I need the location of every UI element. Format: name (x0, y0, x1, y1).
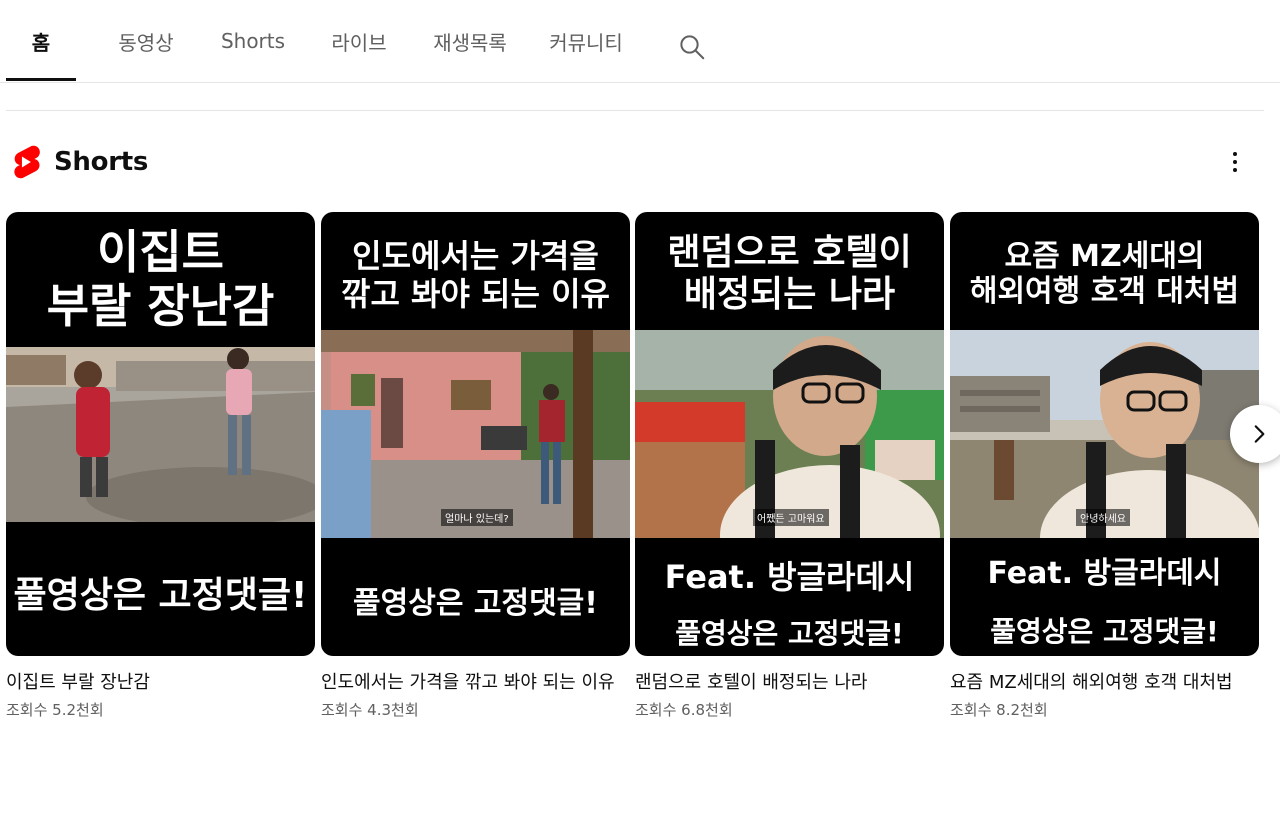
thumbnail-image (635, 330, 944, 538)
short-card[interactable]: 인도에서는 가격을 깎고 봐야 되는 이유 얼마나 있는데? 풀영상은 고정댓글… (321, 212, 630, 720)
shorts-logo-icon (14, 145, 40, 179)
short-card[interactable]: 이집트 부랄 장난감 풀영상은 고정댓글! 이집트 부랄 장난감 조회수 5.2… (6, 212, 315, 720)
channel-tabs: 홈 동영상 Shorts 라이브 재생목록 커뮤니티 (0, 0, 1280, 83)
short-thumbnail[interactable]: 이집트 부랄 장난감 풀영상은 고정댓글! (6, 212, 315, 656)
carousel-next-button[interactable] (1230, 405, 1280, 463)
view-count: 조회수 8.2천회 (950, 701, 1048, 719)
view-count: 조회수 5.2천회 (6, 701, 104, 719)
section-divider (6, 110, 1264, 111)
thumbnail-caption-bottom: 풀영상은 고정댓글! (13, 575, 308, 616)
chevron-right-icon (1254, 425, 1265, 443)
tab-live[interactable]: 라이브 (316, 0, 402, 82)
thumbnail-caption-bottom-2: 풀영상은 고정댓글! (675, 617, 904, 650)
channel-search-button[interactable] (672, 29, 712, 65)
tab-videos[interactable]: 동영상 (102, 0, 190, 82)
short-title[interactable]: 요즘 MZ세대의 해외여행 호객 대처법 (950, 668, 1245, 697)
tab-playlists[interactable]: 재생목록 (420, 0, 520, 82)
more-vert-icon[interactable] (1218, 144, 1252, 180)
short-card[interactable]: 랜덤으로 호텔이 배정되는 나라 어쨌든 고마워요 Feat. 방글라데시 풀영… (635, 212, 944, 720)
tab-community[interactable]: 커뮤니티 (536, 0, 636, 82)
thumbnail-caption-bottom: Feat. 방글라데시 (664, 558, 915, 596)
view-count: 조회수 4.3천회 (321, 701, 419, 719)
thumbnail-image (6, 347, 315, 522)
short-title[interactable]: 이집트 부랄 장난감 (6, 668, 301, 697)
thumbnail-caption-bottom: Feat. 방글라데시 (987, 556, 1222, 591)
thumbnail-caption-top: 인도에서는 가격을 깎고 봐야 되는 이유 (341, 237, 610, 313)
tab-home[interactable]: 홈 (6, 0, 76, 82)
thumbnail-image (321, 330, 630, 538)
short-card[interactable]: 요즘 MZ세대의 해외여행 호객 대처법 안녕하세요 Feat. 방글라데시 풀… (950, 212, 1259, 720)
short-thumbnail[interactable]: 요즘 MZ세대의 해외여행 호객 대처법 안녕하세요 Feat. 방글라데시 풀… (950, 212, 1259, 656)
thumbnail-caption-top: 요즘 MZ세대의 해외여행 호객 대처법 (969, 238, 1240, 309)
search-icon (680, 35, 705, 60)
short-title[interactable]: 랜덤으로 호텔이 배정되는 나라 (635, 668, 930, 697)
thumbnail-caption-bottom-2: 풀영상은 고정댓글! (990, 615, 1219, 648)
video-subtitle: 얼마나 있는데? (441, 509, 513, 526)
thumbnail-caption-top: 이집트 부랄 장난감 (46, 224, 275, 333)
video-subtitle: 안녕하세요 (1076, 509, 1130, 526)
thumbnail-image (950, 330, 1259, 538)
short-thumbnail[interactable]: 랜덤으로 호텔이 배정되는 나라 어쨌든 고마워요 Feat. 방글라데시 풀영… (635, 212, 944, 656)
video-subtitle: 어쨌든 고마워요 (753, 509, 829, 526)
short-thumbnail[interactable]: 인도에서는 가격을 깎고 봐야 되는 이유 얼마나 있는데? 풀영상은 고정댓글… (321, 212, 630, 656)
section-title: Shorts (54, 147, 149, 177)
view-count: 조회수 6.8천회 (635, 701, 733, 719)
shorts-section-header: Shorts (10, 142, 148, 182)
thumbnail-caption-top: 랜덤으로 호텔이 배정되는 나라 (667, 231, 912, 315)
thumbnail-caption-bottom: 풀영상은 고정댓글! (353, 586, 598, 621)
tab-shorts[interactable]: Shorts (210, 0, 296, 82)
short-title[interactable]: 인도에서는 가격을 깎고 봐야 되는 이유 (321, 668, 616, 697)
